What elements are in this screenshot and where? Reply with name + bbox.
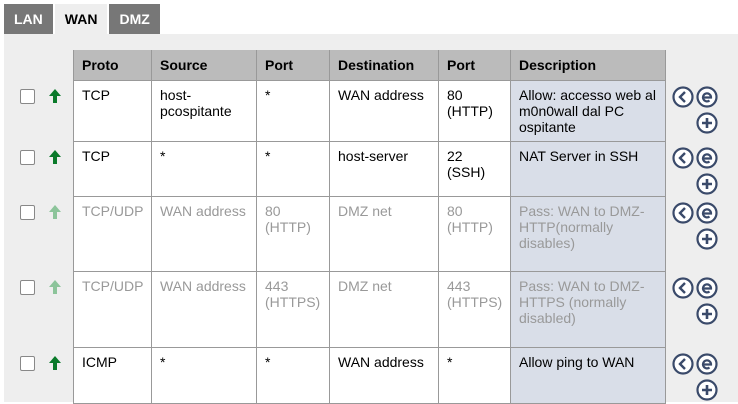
cell-destination: DMZ net (329, 270, 439, 348)
cell-proto: TCP/UDP (73, 195, 152, 272)
add-icon[interactable] (696, 228, 718, 250)
tab-bar: LAN WAN DMZ (4, 4, 162, 34)
edit-icon[interactable] (696, 353, 718, 375)
cell-proto: TCP (73, 79, 152, 142)
rule-select-checkbox[interactable] (20, 205, 35, 220)
cell-port: 80 (HTTP) (256, 195, 330, 272)
arrow-up-icon[interactable] (47, 279, 63, 295)
table-row[interactable]: TCP host-pcospitante * WAN address 80 (H… (73, 79, 666, 142)
add-icon[interactable] (696, 112, 718, 134)
rule-actions (672, 147, 722, 195)
tab-wan[interactable]: WAN (54, 4, 108, 34)
cell-dest-port: * (438, 346, 511, 404)
edit-icon[interactable] (696, 86, 718, 108)
col-header-port: Port (256, 50, 330, 81)
cell-dest-port: 22 (SSH) (438, 140, 511, 197)
cell-source: WAN address (151, 195, 257, 272)
table-header-row: Proto Source Port Destination Port Descr… (73, 50, 666, 81)
rule-actions (672, 86, 722, 134)
cell-description: Allow ping to WAN (510, 346, 666, 404)
table-row[interactable]: TCP/UDP WAN address 80 (HTTP) DMZ net 80… (73, 195, 666, 272)
tab-lan[interactable]: LAN (4, 4, 53, 34)
cell-description: Pass: WAN to DMZ-HTTP(normally disables) (510, 195, 666, 272)
col-header-destination: Destination (329, 50, 439, 81)
table-row[interactable]: TCP * * host-server 22 (SSH) NAT Server … (73, 140, 666, 197)
cell-description: Pass: WAN to DMZ-HTTPS (normally disable… (510, 270, 666, 348)
cell-source: * (151, 346, 257, 404)
arrow-up-icon[interactable] (47, 88, 63, 104)
rule-select-checkbox[interactable] (20, 356, 35, 371)
tab-dmz[interactable]: DMZ (109, 4, 160, 34)
rule-select-checkbox[interactable] (20, 150, 35, 165)
rule-row-controls (4, 196, 73, 220)
add-icon[interactable] (696, 379, 718, 401)
cell-destination: WAN address (329, 79, 439, 142)
cell-dest-port: 80 (HTTP) (438, 79, 511, 142)
rules-table: Proto Source Port Destination Port Descr… (73, 50, 666, 404)
add-icon[interactable] (696, 173, 718, 195)
arrow-up-icon[interactable] (47, 149, 63, 165)
move-left-icon[interactable] (672, 86, 694, 108)
rule-actions (672, 277, 722, 325)
cell-dest-port: 80 (HTTP) (438, 195, 511, 272)
cell-description: Allow: accesso web al m0n0wall dal PC os… (510, 79, 666, 142)
arrow-up-icon[interactable] (47, 204, 63, 220)
col-header-dest-port: Port (438, 50, 511, 81)
edit-icon[interactable] (696, 147, 718, 169)
rule-row-controls (4, 271, 73, 295)
cell-source: host-pcospitante (151, 79, 257, 142)
add-icon[interactable] (696, 303, 718, 325)
cell-dest-port: 443 (HTTPS) (438, 270, 511, 348)
edit-icon[interactable] (696, 202, 718, 224)
col-header-source: Source (151, 50, 257, 81)
cell-source: * (151, 140, 257, 197)
col-header-proto: Proto (73, 50, 152, 81)
cell-description: NAT Server in SSH (510, 140, 666, 197)
cell-destination: DMZ net (329, 195, 439, 272)
rules-panel: Proto Source Port Destination Port Descr… (4, 34, 738, 404)
cell-destination: host-server (329, 140, 439, 197)
cell-proto: TCP/UDP (73, 270, 152, 348)
cell-port: * (256, 79, 330, 142)
arrow-up-icon[interactable] (47, 355, 63, 371)
move-left-icon[interactable] (672, 202, 694, 224)
cell-destination: WAN address (329, 346, 439, 404)
rule-select-checkbox[interactable] (20, 280, 35, 295)
move-left-icon[interactable] (672, 277, 694, 299)
edit-icon[interactable] (696, 277, 718, 299)
table-row[interactable]: TCP/UDP WAN address 443 (HTTPS) DMZ net … (73, 270, 666, 348)
cell-source: WAN address (151, 270, 257, 348)
rule-actions (672, 202, 722, 250)
cell-proto: ICMP (73, 346, 152, 404)
cell-proto: TCP (73, 140, 152, 197)
move-left-icon[interactable] (672, 147, 694, 169)
cell-port: * (256, 140, 330, 197)
cell-port: 443 (HTTPS) (256, 270, 330, 348)
table-row[interactable]: ICMP * * WAN address * Allow ping to WAN (73, 346, 666, 404)
rule-actions (672, 353, 722, 401)
move-left-icon[interactable] (672, 353, 694, 375)
rule-select-checkbox[interactable] (20, 89, 35, 104)
rule-row-controls (4, 141, 73, 165)
col-header-description: Description (510, 50, 666, 81)
rule-row-controls (4, 80, 73, 104)
cell-port: * (256, 346, 330, 404)
rule-row-controls (4, 347, 73, 371)
